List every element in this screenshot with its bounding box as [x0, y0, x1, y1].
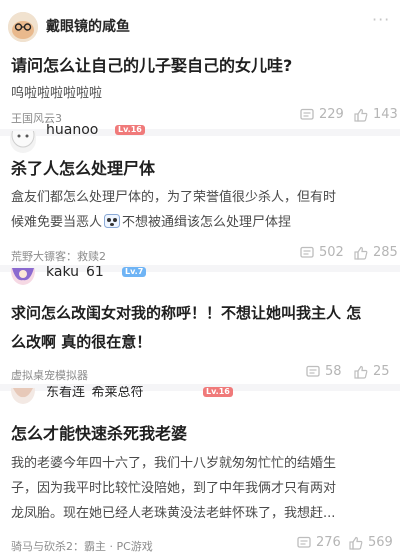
thumbs-up-icon	[354, 246, 368, 260]
post-body-line[interactable]: 候难免要当恶人 不想被通缉该怎么处理尸体捏	[11, 211, 291, 230]
post-title[interactable]: 请问怎么让自己的儿子娶自己的女儿哇?	[11, 52, 292, 76]
level-badge: Lv.16	[115, 125, 145, 135]
level-badge: Lv.16	[203, 387, 233, 397]
view-count-value: 502	[319, 245, 344, 260]
post-title-line[interactable]: 么改啊 真的很在意！	[11, 331, 151, 352]
view-count: 58	[306, 364, 342, 379]
like-count-value: 25	[373, 364, 390, 379]
like-count[interactable]: 143	[354, 107, 398, 122]
post-body-fragment: 候难免要当恶人	[11, 215, 103, 230]
game-tag[interactable]: 骑马与砍杀2：霸主 · PC游戏	[11, 538, 153, 554]
post-body-fragment: 不想被通缉该怎么处理尸体捏	[122, 215, 292, 230]
post-body[interactable]: 呜啦啦啦啦啦啦	[11, 82, 102, 101]
author-name[interactable]: huanoo	[46, 124, 98, 136]
like-count[interactable]: 285	[354, 245, 398, 260]
chat-icon	[300, 246, 314, 258]
post-title-line[interactable]: 求问怎么改闺女对我的称呼！！不想让她叫我主人 怎	[11, 302, 361, 323]
like-count-value: 143	[373, 107, 398, 122]
view-count-value: 276	[316, 535, 341, 550]
post-body-line[interactable]: 盒友们都怎么处理尸体的，为了荣誉值很少杀人，但有时	[11, 186, 336, 205]
view-count-value: 58	[325, 364, 342, 379]
post-body-line[interactable]: 我的老婆今年四十六了，我们十八岁就匆匆忙忙的结婚生	[11, 452, 336, 471]
thumbs-up-icon	[354, 365, 368, 379]
scared-emoji-icon	[104, 214, 121, 228]
post-body-line[interactable]: 龙凤胎。现在她已经人老珠黄没法老蚌怀珠了，我想赶...	[11, 502, 335, 521]
like-count-value: 285	[373, 245, 398, 260]
author-name[interactable]: 戴眼镜的咸鱼	[46, 16, 130, 36]
game-tag[interactable]: 虚拟桌宠模拟器	[11, 367, 88, 383]
chat-icon	[306, 365, 320, 377]
author-avatar[interactable]	[10, 268, 36, 288]
chat-icon	[297, 536, 311, 548]
level-badge: Lv.7	[122, 267, 147, 277]
view-count-value: 229	[319, 107, 344, 122]
author-avatar[interactable]	[8, 12, 38, 42]
author-name[interactable]: kaku_61	[46, 266, 104, 278]
view-count: 229	[300, 107, 344, 122]
game-tag[interactable]: 荒野大镖客：救赎2	[11, 248, 106, 264]
post-body-line[interactable]: 子，因为我平时比较忙没陪她，到了中年我俩才只有两对	[11, 477, 336, 496]
author-avatar[interactable]	[10, 131, 36, 153]
view-count: 502	[300, 245, 344, 260]
more-options-icon[interactable]: ···	[372, 10, 390, 29]
author-name[interactable]: 东看连_希莱总符	[46, 386, 144, 398]
thumbs-up-icon	[354, 108, 368, 122]
like-count[interactable]: 569	[349, 535, 393, 550]
like-count-value: 569	[368, 535, 393, 550]
author-avatar[interactable]	[10, 388, 36, 406]
post-title[interactable]: 怎么才能快速杀死我老婆	[11, 420, 187, 444]
like-count[interactable]: 25	[354, 364, 390, 379]
thumbs-up-icon	[349, 536, 363, 550]
view-count: 276	[297, 535, 341, 550]
chat-icon	[300, 108, 314, 120]
post-title[interactable]: 杀了人怎么处理尸体	[11, 155, 155, 179]
